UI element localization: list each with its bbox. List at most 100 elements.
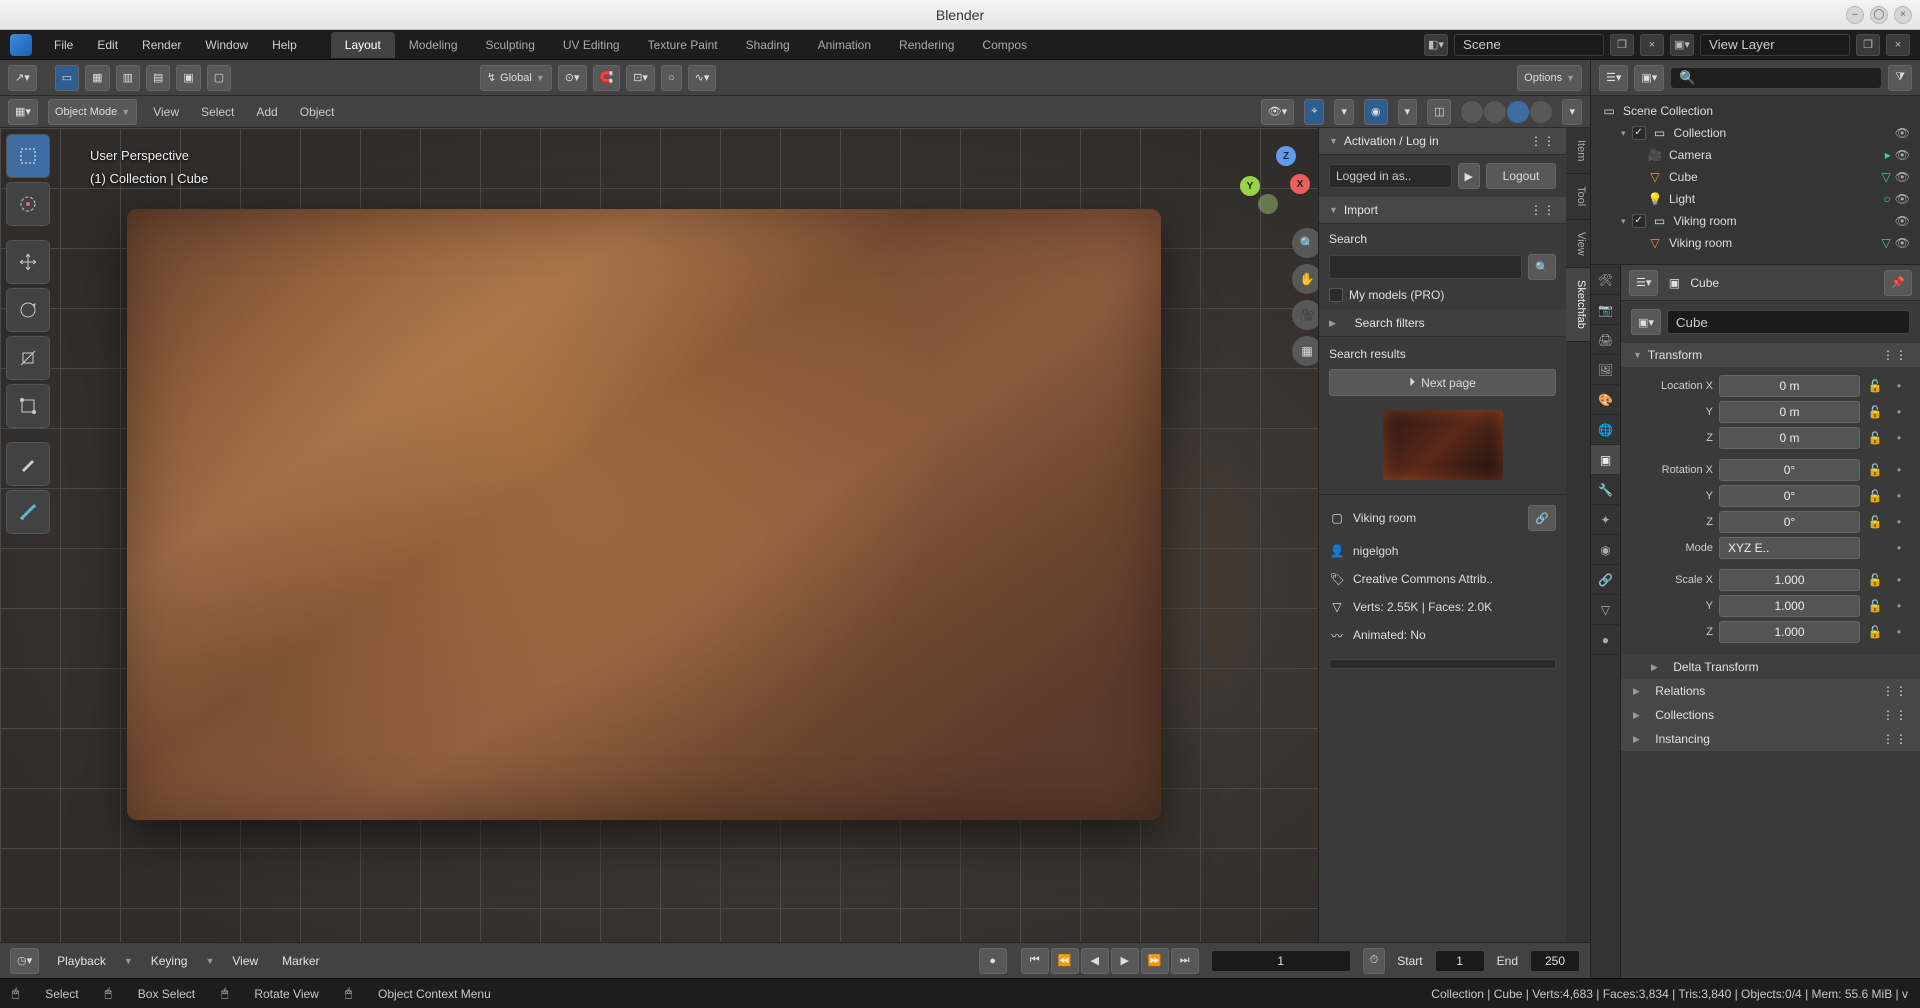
lock-icon[interactable]: 🔓	[1866, 463, 1884, 477]
prop-tab-viewlayer[interactable]: 🖼	[1591, 355, 1620, 385]
snap-toggle-icon[interactable]: 🧲	[593, 65, 621, 91]
orientation-dropdown[interactable]: ↯ Global ▼	[480, 65, 552, 91]
select-menu[interactable]: Select	[195, 103, 240, 121]
gizmo-dropdown[interactable]: ▾	[1334, 99, 1354, 125]
pivot-dropdown[interactable]: ⊙▾	[558, 65, 587, 91]
prop-tab-modifiers[interactable]: 🔧	[1591, 475, 1620, 505]
tab-sculpting[interactable]: Sculpting	[472, 32, 549, 58]
logout-button[interactable]: Logout	[1486, 163, 1556, 189]
outliner-search[interactable]	[1670, 67, 1882, 89]
close-icon[interactable]: ×	[1894, 6, 1912, 24]
scale-z[interactable]: 1.000	[1719, 621, 1860, 643]
prop-tab-output[interactable]: 🖨	[1591, 325, 1620, 355]
scale-x[interactable]: 1.000	[1719, 569, 1860, 591]
timeline-view[interactable]: View	[226, 952, 264, 970]
end-frame[interactable]: 250	[1530, 950, 1580, 972]
tool-annotate[interactable]	[6, 442, 50, 486]
collection-checkbox[interactable]	[1632, 214, 1646, 228]
shading-material-icon[interactable]	[1507, 101, 1529, 123]
tool-move[interactable]	[6, 240, 50, 284]
tool-rotate[interactable]	[6, 288, 50, 332]
shading-wireframe-icon[interactable]	[1461, 101, 1483, 123]
prop-tab-object[interactable]: ▣	[1591, 445, 1620, 475]
tab-compositing[interactable]: Compos	[968, 32, 1041, 58]
loc-z[interactable]: 0 m	[1719, 427, 1860, 449]
camera-data-icon[interactable]: ▸	[1885, 148, 1891, 162]
instancing-header[interactable]: ▶ Instancing⋮⋮	[1621, 727, 1920, 751]
tab-rendering[interactable]: Rendering	[885, 32, 968, 58]
editor-type-icon[interactable]: ▦▾	[8, 99, 38, 125]
menu-file[interactable]: File	[44, 34, 83, 56]
prop-tab-world[interactable]: 🌐	[1591, 415, 1620, 445]
mesh-data-icon[interactable]: ▽	[1882, 236, 1891, 250]
eye-icon[interactable]: 👁	[1895, 148, 1910, 162]
play-reverse-icon[interactable]: ◀	[1081, 948, 1109, 974]
axis-neg-icon[interactable]	[1258, 194, 1278, 214]
viewlayer-browse-icon[interactable]: ▣▾	[1670, 34, 1694, 56]
delete-viewlayer-icon[interactable]: ×	[1886, 34, 1910, 56]
overlay-dropdown[interactable]: ▾	[1398, 99, 1418, 125]
prop-tab-particles[interactable]: ✦	[1591, 505, 1620, 535]
lock-icon[interactable]: 🔓	[1866, 599, 1884, 613]
transform-header[interactable]: ▼Transform⋮⋮	[1621, 343, 1920, 367]
tab-uv-editing[interactable]: UV Editing	[549, 32, 634, 58]
keyframe-next-icon[interactable]: ⏩	[1141, 948, 1169, 974]
collections-header[interactable]: ▶ Collections⋮⋮	[1621, 703, 1920, 727]
activation-header[interactable]: ▼Activation / Log in⋮⋮	[1319, 128, 1566, 155]
eye-icon[interactable]: 👁	[1895, 236, 1910, 250]
pin-icon[interactable]: 📌	[1884, 270, 1912, 296]
object-menu[interactable]: Object	[294, 103, 341, 121]
link-icon[interactable]: 🔗	[1528, 505, 1556, 531]
rot-z[interactable]: 0°	[1719, 511, 1860, 533]
panel-menu-icon-2[interactable]: ⋮⋮	[1530, 203, 1556, 217]
tab-layout[interactable]: Layout	[331, 32, 395, 58]
collection-checkbox[interactable]	[1632, 126, 1646, 140]
tool-measure[interactable]	[6, 490, 50, 534]
snap-dropdown[interactable]: ⊡▾	[626, 65, 655, 91]
menu-render[interactable]: Render	[132, 34, 191, 56]
timeline-marker[interactable]: Marker	[276, 952, 325, 970]
new-viewlayer-icon[interactable]: ❐	[1856, 34, 1880, 56]
tab-view[interactable]: View	[1566, 220, 1590, 269]
my-models-checkbox[interactable]	[1329, 288, 1343, 302]
menu-help[interactable]: Help	[262, 34, 307, 56]
tree-collection[interactable]: ▾▭Collection👁	[1597, 122, 1914, 144]
blender-logo-icon[interactable]	[10, 34, 32, 56]
tab-tool[interactable]: Tool	[1566, 174, 1590, 219]
timeclock-icon[interactable]: ⏱	[1363, 948, 1386, 974]
search-button-icon[interactable]: 🔍	[1528, 254, 1556, 280]
tree-light[interactable]: 💡Light○👁	[1597, 188, 1914, 210]
object-name-input[interactable]	[1667, 310, 1910, 334]
add-menu[interactable]: Add	[250, 103, 283, 121]
menu-edit[interactable]: Edit	[87, 34, 128, 56]
prop-tab-material[interactable]: ●	[1591, 625, 1620, 655]
nav-gizmo[interactable]: Z Y X	[1240, 146, 1310, 216]
select-tweak-icon[interactable]: ▭	[55, 65, 79, 91]
menu-window[interactable]: Window	[195, 34, 258, 56]
view-menu[interactable]: View	[147, 103, 185, 121]
proportional-edit-icon[interactable]: ○	[661, 65, 682, 91]
filters-header[interactable]: ▶ Search filters	[1319, 310, 1566, 337]
eye-icon[interactable]: 👁	[1895, 192, 1910, 206]
tab-texture-paint[interactable]: Texture Paint	[634, 32, 732, 58]
rot-x[interactable]: 0°	[1719, 459, 1860, 481]
tab-sketchfab[interactable]: Sketchfab	[1566, 268, 1590, 342]
options-dropdown[interactable]: Options ▼	[1517, 65, 1582, 91]
tab-modeling[interactable]: Modeling	[395, 32, 472, 58]
select-extend-icon[interactable]: ▥	[116, 65, 140, 91]
lock-icon[interactable]: 🔓	[1866, 405, 1884, 419]
eye-icon[interactable]: 👁	[1895, 170, 1910, 184]
tree-camera[interactable]: 🎥Camera▸👁	[1597, 144, 1914, 166]
tool-select-box[interactable]	[6, 134, 50, 178]
play-forward-icon[interactable]: ▶	[1111, 948, 1139, 974]
current-frame[interactable]: 1	[1211, 950, 1351, 972]
search-input[interactable]	[1329, 255, 1522, 279]
result-thumbnail[interactable]	[1383, 410, 1503, 480]
axis-y-icon[interactable]: Y	[1240, 176, 1260, 196]
section-menu-icon[interactable]: ⋮⋮	[1882, 348, 1908, 362]
mode-dropdown[interactable]: Object Mode ▼	[48, 99, 137, 125]
eye-icon[interactable]: 👁	[1895, 214, 1910, 228]
select-intersect-icon[interactable]: ▣	[176, 65, 200, 91]
select-box-icon[interactable]: ▦	[85, 65, 109, 91]
timeline-keying[interactable]: Keying	[145, 952, 194, 970]
